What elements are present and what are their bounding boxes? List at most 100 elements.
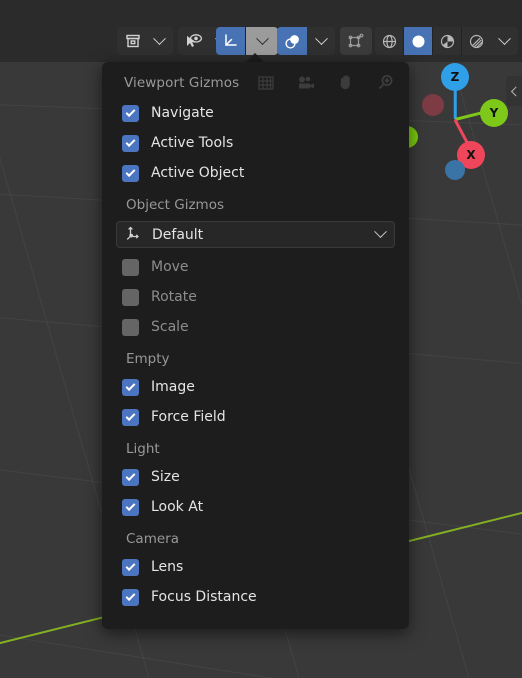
checkbox-row-size[interactable]: Size — [102, 462, 409, 492]
checkbox-row-active-tools[interactable]: Active Tools — [102, 128, 409, 158]
checkbox-row-navigate[interactable]: Navigate — [102, 98, 409, 128]
visibility-button[interactable] — [178, 27, 207, 55]
check-icon — [125, 166, 136, 177]
viewport-gizmos-popover: Viewport Gizmos Navigate Active Tools Ac… — [102, 62, 409, 629]
viewport-header-toolbar — [0, 0, 522, 62]
check-icon — [125, 560, 136, 571]
check-icon — [125, 470, 136, 481]
sidebar-toggle[interactable] — [506, 76, 522, 106]
chevron-down-icon — [314, 31, 328, 45]
checkbox-move[interactable] — [122, 258, 139, 276]
object-types-button[interactable] — [117, 27, 145, 55]
shading-solid[interactable] — [404, 27, 432, 55]
check-icon — [125, 590, 136, 601]
checkbox-label: Size — [151, 469, 180, 485]
checkbox-row-force-field[interactable]: Force Field — [102, 402, 409, 432]
show-gizmo-toggle[interactable] — [216, 27, 245, 55]
checkbox-look-at[interactable] — [122, 498, 139, 516]
page-title: Viewport Gizmos — [124, 75, 240, 91]
check-icon — [125, 106, 136, 117]
gizmo-axes-icon — [222, 33, 239, 50]
check-icon — [125, 136, 136, 147]
cursor-eye-icon — [185, 33, 203, 49]
wireframe-globe-icon — [381, 33, 398, 50]
checkbox-row-lens[interactable]: Lens — [102, 552, 409, 582]
checkbox-row-focus-distance[interactable]: Focus Distance — [102, 582, 409, 612]
checkbox-label: Active Object — [151, 165, 245, 181]
chevron-down-icon — [152, 31, 166, 45]
axis-label-y: Y — [489, 106, 499, 120]
panel-header-icons — [253, 71, 399, 95]
axis-label-z: Z — [450, 70, 460, 84]
checkbox-label: Scale — [151, 319, 189, 335]
section-label-object-gizmos: Object Gizmos — [126, 197, 225, 213]
checkbox-row-image[interactable]: Image — [102, 372, 409, 402]
shading-wireframe[interactable] — [375, 27, 403, 55]
nav-axis-x-negative[interactable] — [422, 94, 444, 116]
checkbox-scale[interactable] — [122, 318, 139, 336]
section-label-light: Light — [126, 441, 160, 457]
checkbox-row-active-object[interactable]: Active Object — [102, 158, 409, 188]
magnifier-plus-icon — [373, 71, 399, 95]
checkbox-lens[interactable] — [122, 558, 139, 576]
object-types-dropdown[interactable] — [145, 27, 173, 55]
shading-dropdown[interactable] — [490, 27, 518, 55]
checkbox-label: Move — [151, 259, 189, 275]
checkbox-rotate[interactable] — [122, 288, 139, 306]
dropdown-pointer — [246, 53, 264, 62]
navigation-gizmo[interactable]: Z Y X — [396, 63, 516, 180]
checkbox-active-object[interactable] — [122, 164, 139, 182]
chevron-down-icon — [255, 31, 269, 45]
hand-icon — [333, 71, 359, 95]
checkbox-label: Force Field — [151, 409, 226, 425]
overlays-icon — [284, 33, 301, 50]
chevron-down-icon — [497, 31, 511, 45]
toggle-xray[interactable] — [340, 27, 372, 55]
section-label-camera: Camera — [126, 531, 179, 547]
show-overlays-toggle[interactable] — [277, 27, 307, 55]
camera-icon — [293, 71, 319, 95]
checkbox-image[interactable] — [122, 378, 139, 396]
box-icon — [125, 33, 141, 49]
panel-header: Viewport Gizmos — [102, 68, 409, 98]
checkbox-label: Image — [151, 379, 195, 395]
shading-group — [375, 27, 518, 55]
check-icon — [125, 380, 136, 391]
nav-axis-y-positive[interactable]: Y — [480, 99, 508, 127]
checkbox-size[interactable] — [122, 468, 139, 486]
overlays-dropdown[interactable] — [307, 27, 335, 55]
axis-label-x: X — [466, 148, 476, 162]
checkbox-row-move[interactable]: Move — [102, 252, 409, 282]
checkbox-row-look-at[interactable]: Look At — [102, 492, 409, 522]
checkbox-active-tools[interactable] — [122, 134, 139, 152]
material-preview-icon — [439, 33, 456, 50]
section-label-empty: Empty — [126, 351, 170, 367]
nav-axis-z-positive[interactable]: Z — [441, 63, 469, 91]
gizmo-orientation-value: Default — [152, 226, 204, 243]
gizmo-group — [216, 27, 278, 55]
overlays-group — [277, 27, 335, 55]
shading-material-preview[interactable] — [433, 27, 461, 55]
grid-line — [0, 622, 522, 678]
checkbox-row-scale[interactable]: Scale — [102, 312, 409, 342]
grid-icon — [253, 71, 279, 95]
checkbox-label: Focus Distance — [151, 589, 257, 605]
nav-axis-z-negative[interactable] — [445, 160, 465, 180]
checkbox-force-field[interactable] — [122, 408, 139, 426]
checkbox-label: Look At — [151, 499, 204, 515]
checkbox-label: Active Tools — [151, 135, 234, 151]
checkbox-label: Rotate — [151, 289, 197, 305]
checkbox-label: Lens — [151, 559, 184, 575]
gizmo-dropdown[interactable] — [246, 27, 278, 55]
chevron-down-icon — [374, 225, 387, 239]
checkbox-focus-distance[interactable] — [122, 588, 139, 606]
shading-rendered[interactable] — [462, 27, 490, 55]
rendered-icon — [468, 33, 485, 50]
xray-icon — [347, 32, 365, 50]
chevron-left-icon — [510, 86, 521, 96]
object-types-group — [117, 27, 173, 55]
gizmo-orientation-icon — [125, 224, 142, 245]
gizmo-orientation-select[interactable]: Default — [116, 221, 395, 248]
checkbox-row-rotate[interactable]: Rotate — [102, 282, 409, 312]
checkbox-navigate[interactable] — [122, 104, 139, 122]
